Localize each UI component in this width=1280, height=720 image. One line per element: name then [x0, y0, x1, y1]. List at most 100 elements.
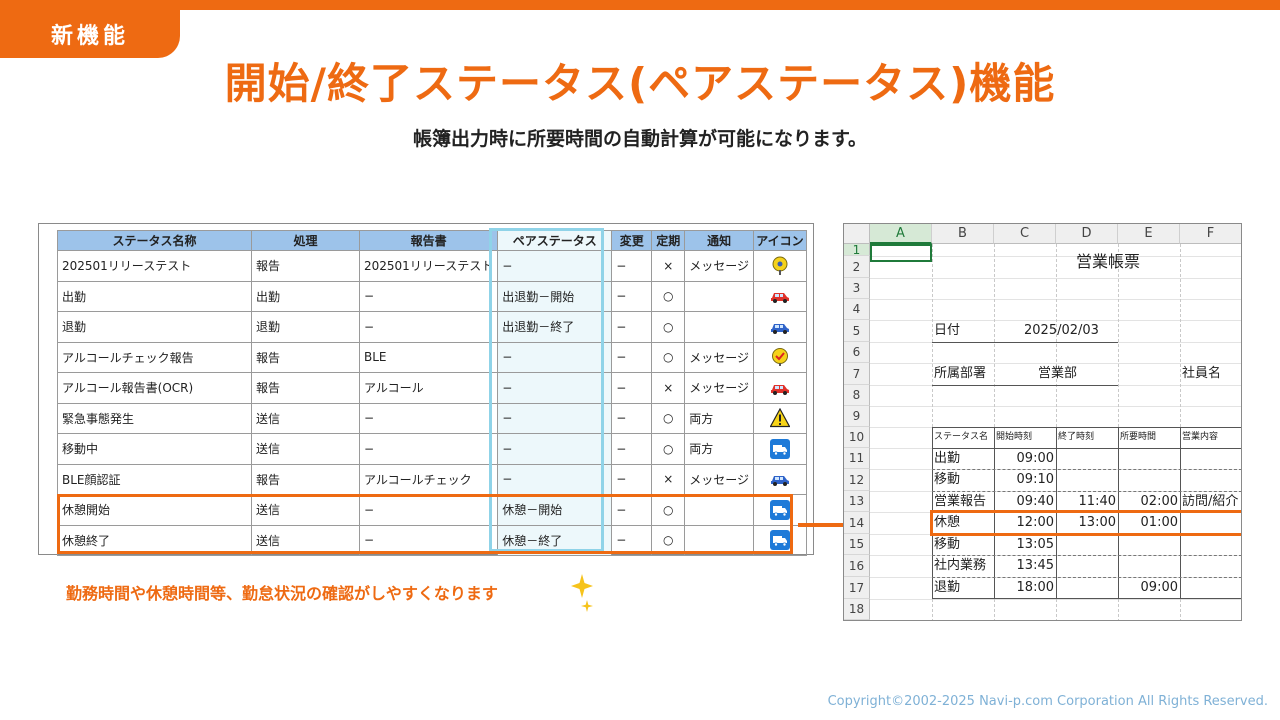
sheet-corner[interactable]: [844, 224, 870, 244]
time-table-header: 開始時刻: [996, 432, 1033, 442]
dept-underline: [932, 385, 1118, 386]
status-row[interactable]: 出勤 出勤 − 出退勤－開始 − ○: [57, 280, 807, 312]
pin-icon: [770, 256, 790, 276]
status-cell-icon: [752, 463, 807, 495]
row-header[interactable]: 16: [844, 555, 870, 577]
status-cell-periodic: ×: [651, 250, 686, 282]
time-table-cell-duration: 01:00: [1140, 515, 1178, 530]
status-cell-report: 202501リリーステスト: [358, 250, 499, 282]
row-header[interactable]: 4: [844, 299, 870, 320]
time-table-cell-start: 13:05: [1016, 537, 1054, 552]
status-cell-report: アルコールチェック: [358, 463, 499, 495]
report-spreadsheet: A B C D E F 1 2 3 4 5 6 7 8 9 10 11 12 13 14 15 16 17 18 営業帳票 日付 2…: [843, 223, 1242, 621]
status-row[interactable]: アルコール報告書(OCR) 報告 アルコール − − × メッセージ: [57, 372, 807, 404]
status-table-panel: ステータス名称 処理 報告書 ペアステータス 変更 定期 通知 アイコン 202501リリース…: [38, 223, 814, 556]
status-cell-notify: メッセージ: [684, 463, 754, 495]
status-cell-proc: 送信: [251, 524, 360, 556]
status-cell-change: −: [611, 250, 653, 282]
row-header[interactable]: 8: [844, 385, 870, 406]
status-cell-report: −: [358, 311, 499, 343]
time-table-header: ステータス名: [934, 432, 989, 442]
status-cell-change: −: [611, 280, 653, 312]
status-col-header: ステータス名称: [57, 230, 252, 251]
column-header-f[interactable]: F: [1180, 224, 1241, 244]
time-table-header: 所要時間: [1120, 432, 1157, 442]
table-border: [932, 427, 933, 599]
status-cell-notify: メッセージ: [684, 250, 754, 282]
status-row[interactable]: 休憩開始 送信 − 休憩－開始 − ○: [57, 494, 807, 526]
gridline: [870, 620, 1242, 621]
status-cell-change: −: [611, 341, 653, 373]
status-cell-name: 202501リリーステスト: [57, 250, 252, 282]
row-header[interactable]: 5: [844, 320, 870, 342]
row-header[interactable]: 6: [844, 342, 870, 363]
column-header-b[interactable]: B: [932, 224, 994, 244]
status-cell-notify: メッセージ: [684, 341, 754, 373]
column-header-a[interactable]: A: [870, 224, 932, 244]
time-table-cell-duration: 02:00: [1140, 494, 1178, 509]
column-header-e[interactable]: E: [1118, 224, 1180, 244]
time-table-header: 終了時刻: [1058, 432, 1095, 442]
row-header[interactable]: 1: [844, 244, 870, 256]
status-col-header: ペアステータス: [497, 230, 613, 251]
row-header[interactable]: 10: [844, 427, 870, 448]
row-header[interactable]: 15: [844, 534, 870, 555]
status-cell-proc: 報告: [251, 463, 360, 495]
status-cell-report: −: [358, 494, 499, 526]
status-cell-name: アルコールチェック報告: [57, 341, 252, 373]
status-cell-report: アルコール: [358, 372, 499, 404]
table-row-divider: [932, 469, 1241, 470]
row-header[interactable]: 14: [844, 512, 870, 534]
truck-icon: [769, 438, 790, 459]
status-row[interactable]: 202501リリーステスト 報告 202501リリーステスト − − × メッセージ: [57, 250, 807, 282]
row-header[interactable]: 2: [844, 256, 870, 278]
time-table-header: 営業内容: [1182, 432, 1219, 442]
report-title: 営業帳票: [1076, 252, 1141, 271]
table-border: [1056, 427, 1057, 599]
status-row[interactable]: 移動中 送信 − − − ○ 両方: [57, 433, 807, 465]
status-cell-notify: 両方: [684, 433, 754, 465]
row-header[interactable]: 12: [844, 469, 870, 491]
time-table-cell-start: 09:00: [1016, 451, 1054, 466]
table-border: [1118, 427, 1119, 599]
status-row[interactable]: アルコールチェック報告 報告 BLE − − ○ メッセージ: [57, 341, 807, 373]
status-row[interactable]: 退勤 退勤 − 出退勤－終了 − ○: [57, 311, 807, 343]
table-border: [1180, 427, 1181, 599]
row-header[interactable]: 7: [844, 363, 870, 385]
status-cell-name: 出勤: [57, 280, 252, 312]
status-cell-proc: 送信: [251, 494, 360, 526]
status-row[interactable]: 緊急事態発生 送信 − − − ○ 両方: [57, 402, 807, 434]
row-header[interactable]: 9: [844, 406, 870, 427]
status-cell-proc: 報告: [251, 250, 360, 282]
status-cell-pair: −: [497, 372, 613, 404]
status-cell-proc: 送信: [251, 433, 360, 465]
status-row[interactable]: BLE顔認証 報告 アルコールチェック − − × メッセージ: [57, 463, 807, 495]
row-header[interactable]: 11: [844, 448, 870, 469]
row-header[interactable]: 13: [844, 491, 870, 512]
blue-car-icon: [770, 317, 790, 337]
time-table-cell-end: 13:00: [1078, 515, 1116, 530]
row-header[interactable]: 3: [844, 278, 870, 299]
status-cell-pair: −: [497, 341, 613, 373]
status-table-header-row: ステータス名称 処理 報告書 ペアステータス 変更 定期 通知 アイコン: [57, 230, 807, 251]
row-header[interactable]: 18: [844, 599, 870, 620]
red-car-icon: [770, 286, 790, 306]
status-cell-report: −: [358, 402, 499, 434]
status-cell-report: −: [358, 524, 499, 556]
top-accent-bar: [0, 0, 1280, 10]
blue-car-icon: [770, 469, 790, 489]
status-cell-proc: 報告: [251, 341, 360, 373]
column-header-d[interactable]: D: [1056, 224, 1118, 244]
status-cell-notify: [684, 524, 754, 556]
row-header[interactable]: 17: [844, 577, 870, 599]
status-row[interactable]: 休憩終了 送信 − 休憩－終了 − ○: [57, 524, 807, 556]
status-cell-name: BLE顔認証: [57, 463, 252, 495]
column-header-c[interactable]: C: [994, 224, 1056, 244]
status-cell-periodic: ○: [651, 524, 686, 556]
date-underline: [932, 342, 1118, 343]
status-cell-icon: [752, 311, 807, 343]
status-cell-icon: [752, 494, 807, 526]
selected-cell[interactable]: [870, 244, 932, 262]
table-border: [932, 427, 1241, 428]
table-row-divider: [932, 555, 1241, 556]
